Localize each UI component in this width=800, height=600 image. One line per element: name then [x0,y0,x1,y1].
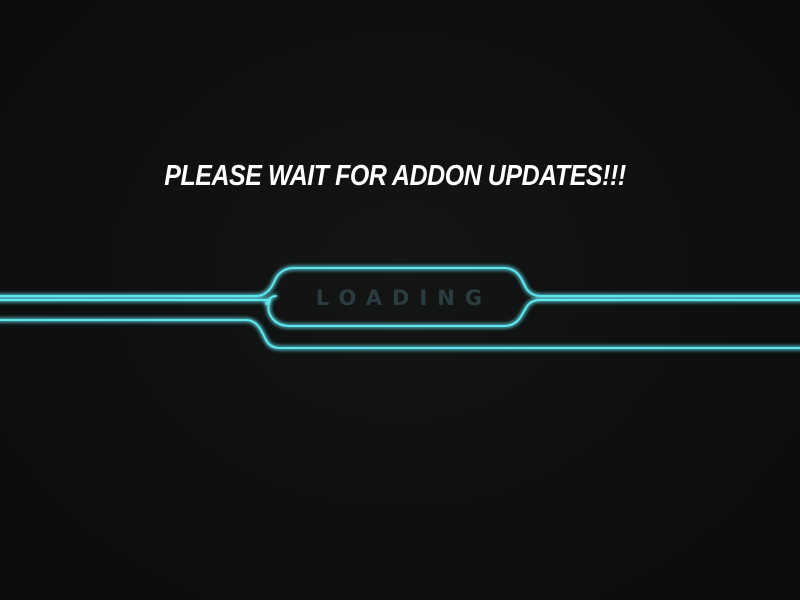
loading-screen: PLEASE WAIT FOR ADDON UPDATES!!! LOADING [0,0,800,600]
loading-label: LOADING [315,286,493,310]
frame-bottom-line [0,319,800,349]
